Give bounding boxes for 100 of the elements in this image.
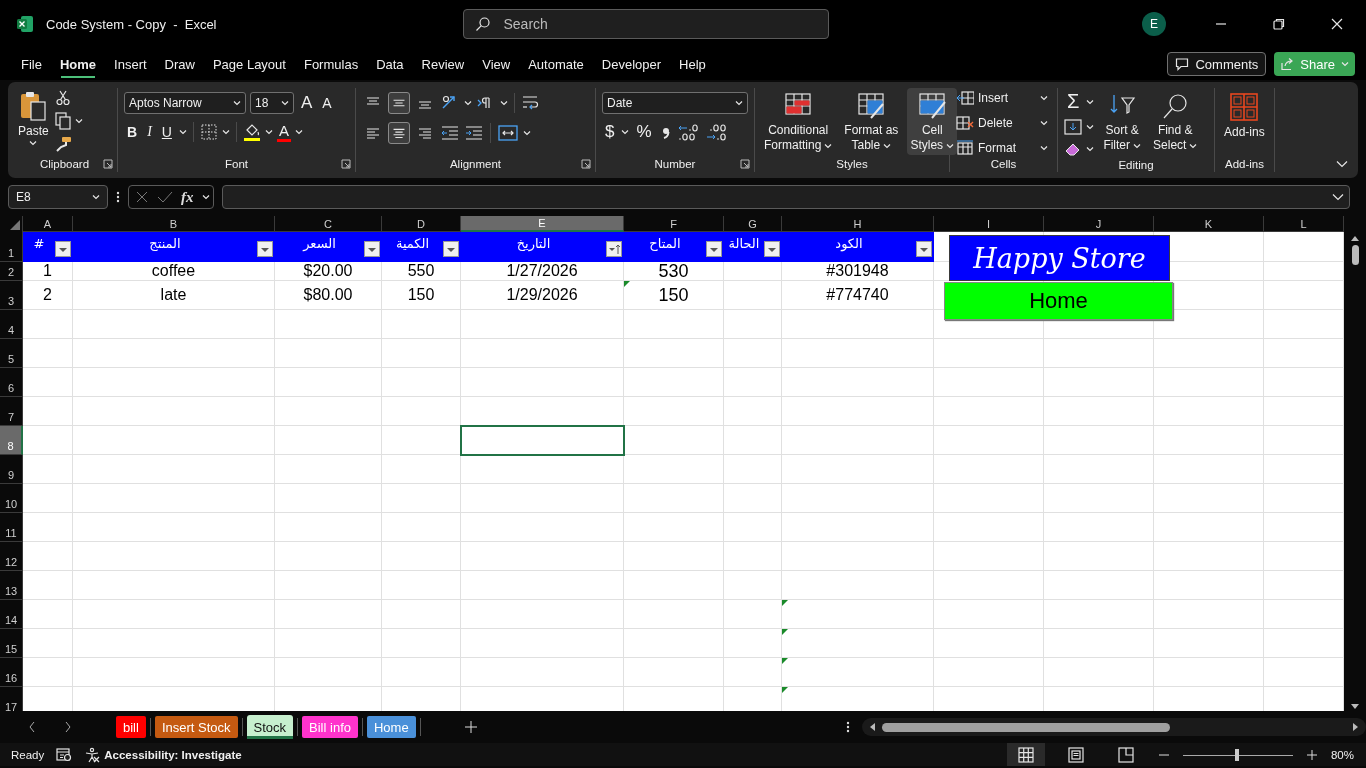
chevron-icon[interactable] xyxy=(281,100,289,106)
slider-thumb[interactable] xyxy=(1234,748,1239,761)
next-sheet-icon[interactable] xyxy=(64,721,72,733)
dialog-launcher-icon[interactable] xyxy=(341,159,351,169)
eraser-icon[interactable] xyxy=(1064,141,1082,157)
chevron-icon[interactable] xyxy=(233,100,241,106)
menu-tab[interactable]: Insert xyxy=(105,52,156,76)
column-header[interactable]: K xyxy=(1154,216,1264,232)
row-header[interactable]: 14 xyxy=(0,600,23,629)
menu-tab[interactable]: Data xyxy=(367,52,413,76)
more-options-icon[interactable] xyxy=(116,190,120,204)
chevron-icon[interactable] xyxy=(221,129,230,135)
filter-button[interactable] xyxy=(257,241,273,257)
restore-icon[interactable] xyxy=(1273,18,1285,30)
insert-cells-button[interactable]: Insert xyxy=(956,90,1048,106)
scroll-left-icon[interactable] xyxy=(868,722,876,732)
row-header[interactable]: 10 xyxy=(0,484,23,513)
chevron-icon[interactable] xyxy=(74,118,83,124)
copy-icon[interactable] xyxy=(54,112,71,130)
filter-button[interactable] xyxy=(764,241,780,257)
filter-button[interactable] xyxy=(706,241,722,257)
column-header[interactable]: I xyxy=(934,216,1044,232)
search-field[interactable]: Search xyxy=(462,9,829,39)
menu-tab[interactable]: Formulas xyxy=(294,52,368,76)
bold-button[interactable]: B xyxy=(124,124,141,140)
font-name-field[interactable]: Aptos Narrow xyxy=(124,92,246,114)
increase-decimal-icon[interactable] xyxy=(676,122,701,142)
increase-font-button[interactable]: A xyxy=(298,93,316,113)
checkmark-icon[interactable] xyxy=(157,190,173,204)
cancel-icon[interactable] xyxy=(135,190,149,204)
menu-tab[interactable]: File xyxy=(12,52,51,76)
horizontal-align-icon[interactable] xyxy=(388,122,410,144)
chevron-icon[interactable] xyxy=(883,142,892,149)
menu-tab[interactable]: Developer xyxy=(592,52,671,76)
zoom-slider[interactable] xyxy=(1182,747,1293,762)
column-header[interactable]: J xyxy=(1044,216,1154,232)
filter-button[interactable] xyxy=(364,241,380,257)
accessibility-icon[interactable] xyxy=(84,746,101,763)
scroll-right-icon[interactable] xyxy=(1352,722,1360,732)
increase-indent-icon[interactable] xyxy=(464,125,484,141)
chevron-icon[interactable] xyxy=(294,129,303,135)
autosum-button[interactable]: Σ xyxy=(1064,90,1083,113)
scroll-thumb[interactable] xyxy=(882,722,1170,732)
more-options-icon[interactable] xyxy=(846,720,850,734)
horizontal-scrollbar[interactable] xyxy=(862,718,1366,736)
row-header[interactable]: 11 xyxy=(0,513,23,542)
font-color-button[interactable]: A xyxy=(276,122,291,142)
formula-input[interactable] xyxy=(222,185,1350,209)
menu-tab[interactable]: Draw xyxy=(155,52,204,76)
vertical-align-icon[interactable] xyxy=(388,92,410,114)
zoom-in-icon[interactable] xyxy=(1306,749,1317,760)
row-header[interactable]: 15 xyxy=(0,629,23,658)
selected-cell[interactable] xyxy=(461,426,624,455)
row-header[interactable]: 6 xyxy=(0,368,23,397)
chevron-icon[interactable] xyxy=(735,100,743,106)
column-header[interactable]: C xyxy=(275,216,382,232)
chevron-icon[interactable] xyxy=(1133,142,1142,149)
chevron-icon[interactable] xyxy=(464,100,472,106)
row-header[interactable]: 1 xyxy=(0,232,23,262)
column-header[interactable]: G xyxy=(724,216,782,232)
row-header[interactable]: 4 xyxy=(0,310,23,339)
fill-bucket-icon[interactable] xyxy=(242,123,261,141)
chevron-icon[interactable] xyxy=(178,129,187,135)
column-header[interactable]: D xyxy=(382,216,461,232)
chevron-icon[interactable] xyxy=(824,142,833,149)
zoom-level[interactable]: 80% xyxy=(1330,748,1354,761)
format-as-table-button[interactable]: Format as Table xyxy=(841,88,902,155)
percent-button[interactable]: % xyxy=(633,122,655,142)
avatar[interactable]: E xyxy=(1142,12,1166,36)
add-sheet-icon[interactable] xyxy=(464,721,477,733)
underline-button[interactable]: U xyxy=(158,124,175,140)
find-select-button[interactable]: Find & Select xyxy=(1150,88,1201,155)
column-header[interactable]: L xyxy=(1264,216,1344,232)
comments-button[interactable]: Comments xyxy=(1167,52,1267,76)
currency-button[interactable]: $ xyxy=(602,122,618,142)
name-box[interactable]: E8 xyxy=(8,185,108,209)
collapse-ribbon-icon[interactable] xyxy=(1336,160,1348,168)
macro-recording-icon[interactable] xyxy=(56,747,73,762)
chevron-icon[interactable] xyxy=(201,194,210,200)
scroll-thumb[interactable] xyxy=(1351,245,1359,265)
home-button[interactable]: Home xyxy=(944,282,1173,320)
row-header[interactable]: 5 xyxy=(0,339,23,368)
menu-tab[interactable]: Home xyxy=(50,52,106,76)
add-ins-button[interactable]: Add-ins xyxy=(1221,88,1268,142)
column-header[interactable]: F xyxy=(624,216,724,232)
delete-cells-button[interactable]: Delete xyxy=(956,115,1048,131)
row-header[interactable]: 9 xyxy=(0,455,23,484)
menu-tab[interactable]: Help xyxy=(670,52,715,76)
close-icon[interactable] xyxy=(1331,18,1343,30)
chevron-icon[interactable] xyxy=(1040,120,1048,126)
chevron-icon[interactable] xyxy=(1086,98,1095,105)
menu-tab[interactable]: View xyxy=(473,52,520,76)
column-header[interactable]: A xyxy=(23,216,73,232)
column-header[interactable]: E xyxy=(461,216,624,232)
dialog-launcher-icon[interactable] xyxy=(581,159,591,169)
cell-styles-button[interactable]: Cell Styles xyxy=(907,88,958,155)
chevron-icon[interactable] xyxy=(1189,142,1198,149)
filter-button[interactable] xyxy=(916,241,932,257)
decrease-decimal-icon[interactable] xyxy=(704,122,729,142)
borders-icon[interactable] xyxy=(199,123,218,141)
